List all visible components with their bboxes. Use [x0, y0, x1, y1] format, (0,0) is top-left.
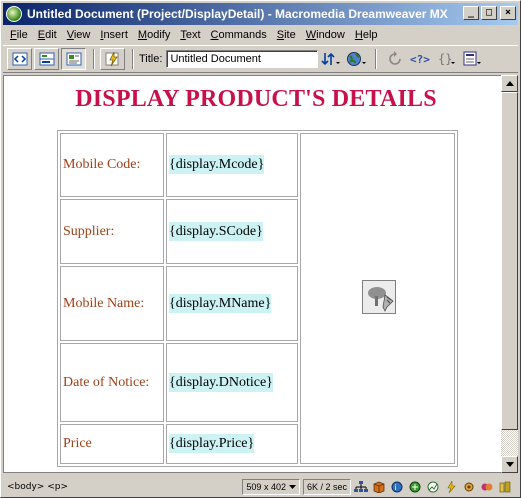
maximize-button[interactable]: □: [481, 6, 497, 20]
up-down-arrows-icon: [321, 52, 341, 66]
status-bar: <body> <p> 509 x 402 6K / 2 sec i: [3, 477, 518, 497]
dynamic-text-binding[interactable]: {display.DNotice}: [169, 372, 273, 392]
window-size-value: 509 x 402: [246, 482, 286, 492]
menu-bar: File Edit View Insert Modify Text Comman…: [3, 26, 518, 43]
window-controls: _ □ ×: [461, 6, 516, 20]
design-view-canvas[interactable]: DISPLAY PRODUCT'S DETAILS Mobile Code: {…: [3, 75, 501, 473]
vertical-scrollbar[interactable]: [501, 75, 518, 473]
view-options-button[interactable]: [460, 48, 486, 70]
refresh-button[interactable]: [382, 48, 408, 70]
download-size-readout: 6K / 2 sec: [302, 479, 351, 495]
status-bar-right: 509 x 402 6K / 2 sec i: [242, 477, 516, 497]
menu-insert[interactable]: Insert: [95, 29, 133, 41]
code-inspector-icon[interactable]: [462, 480, 476, 494]
scrollbar-thumb[interactable]: [501, 92, 518, 430]
code-view-icon: [12, 52, 27, 66]
behaviors-icon[interactable]: [408, 480, 422, 494]
assets-icon[interactable]: [372, 480, 386, 494]
reference-button[interactable]: <?>: [408, 48, 434, 70]
dreamweaver-window: Untitled Document (Project/DisplayDetail…: [0, 0, 521, 498]
document-title-input[interactable]: [166, 50, 319, 68]
history-icon[interactable]: [426, 480, 440, 494]
timeline-icon[interactable]: [444, 480, 458, 494]
toolbar-separator: [93, 49, 95, 69]
menu-window[interactable]: Window: [301, 29, 350, 41]
image-placeholder[interactable]: [361, 279, 396, 314]
file-management-button[interactable]: [318, 48, 344, 70]
title-bar[interactable]: Untitled Document (Project/DisplayDetail…: [3, 3, 518, 25]
menu-site[interactable]: Site: [272, 29, 301, 41]
field-label[interactable]: Mobile Code:: [60, 133, 164, 197]
window-size-selector[interactable]: 509 x 402: [242, 479, 300, 495]
server-behaviors-icon[interactable]: [498, 480, 512, 494]
menu-view[interactable]: View: [62, 29, 96, 41]
css-styles-icon[interactable]: i: [390, 480, 404, 494]
site-map-icon[interactable]: [354, 480, 368, 494]
code-navigation-button[interactable]: {}: [434, 48, 460, 70]
split-view-button[interactable]: [34, 48, 59, 70]
dreamweaver-logo-icon: [6, 6, 22, 22]
toolbar-separator: [375, 49, 378, 69]
scroll-up-button[interactable]: [501, 75, 518, 92]
product-details-table[interactable]: Mobile Code: {display.Mcode} Supplier: {…: [57, 130, 458, 467]
field-value-cell[interactable]: {display.DNotice}: [166, 343, 298, 422]
title-label: Title:: [139, 53, 163, 65]
field-value-cell[interactable]: {display.Price}: [166, 424, 298, 464]
arrow-up-icon: [505, 81, 514, 86]
design-view-button[interactable]: [61, 48, 86, 70]
dynamic-image-icon: [362, 280, 395, 313]
menu-commands[interactable]: Commands: [206, 29, 272, 41]
dynamic-text-binding[interactable]: {display.SCode}: [169, 221, 263, 241]
dynamic-text-binding[interactable]: {display.MName}: [169, 293, 272, 313]
minimize-button[interactable]: _: [463, 6, 479, 20]
toolbar-separator: [132, 49, 134, 69]
menu-file[interactable]: File: [5, 29, 33, 41]
lightning-icon: [105, 51, 118, 67]
field-label[interactable]: Price: [60, 424, 164, 464]
scroll-down-button[interactable]: [501, 456, 518, 473]
view-options-icon: [463, 51, 482, 66]
image-cell[interactable]: [300, 133, 455, 464]
preview-in-browser-button[interactable]: [344, 48, 370, 70]
close-button[interactable]: ×: [500, 6, 516, 20]
chevron-down-icon: [288, 485, 296, 489]
page-heading[interactable]: DISPLAY PRODUCT'S DETAILS: [4, 86, 501, 113]
svg-text:{}: {}: [438, 52, 452, 66]
table-row: Mobile Code: {display.Mcode}: [60, 133, 455, 464]
svg-text:i: i: [395, 483, 397, 492]
arrow-down-icon: [505, 462, 514, 467]
field-value-cell[interactable]: {display.SCode}: [166, 199, 298, 264]
menu-text[interactable]: Text: [175, 29, 205, 41]
field-value-cell[interactable]: {display.Mcode}: [166, 133, 298, 197]
refresh-icon: [389, 51, 402, 65]
menu-modify[interactable]: Modify: [133, 29, 175, 41]
field-value-cell[interactable]: {display.MName}: [166, 266, 298, 341]
field-label[interactable]: Supplier:: [60, 199, 164, 264]
menu-help[interactable]: Help: [350, 29, 383, 41]
svg-text:<?>: <?>: [410, 53, 430, 66]
components-icon[interactable]: [480, 480, 494, 494]
window-title: Untitled Document (Project/DisplayDetail…: [27, 7, 448, 21]
dynamic-text-binding[interactable]: {display.Price}: [169, 434, 255, 453]
tag-selector[interactable]: <body> <p>: [7, 482, 68, 492]
curly-braces-icon: {}: [438, 52, 456, 66]
code-view-button[interactable]: [7, 48, 32, 70]
field-label[interactable]: Date of Notice:: [60, 343, 164, 422]
split-view-icon: [39, 52, 54, 66]
document-toolbar: Title: <?> {}: [3, 45, 518, 73]
menu-edit[interactable]: Edit: [33, 29, 62, 41]
code-reference-icon: <?>: [410, 53, 430, 66]
live-data-button[interactable]: [100, 48, 125, 70]
field-label[interactable]: Mobile Name:: [60, 266, 164, 341]
dynamic-text-binding[interactable]: {display.Mcode}: [169, 155, 265, 174]
design-view-icon: [66, 52, 81, 66]
globe-icon: [347, 52, 367, 66]
